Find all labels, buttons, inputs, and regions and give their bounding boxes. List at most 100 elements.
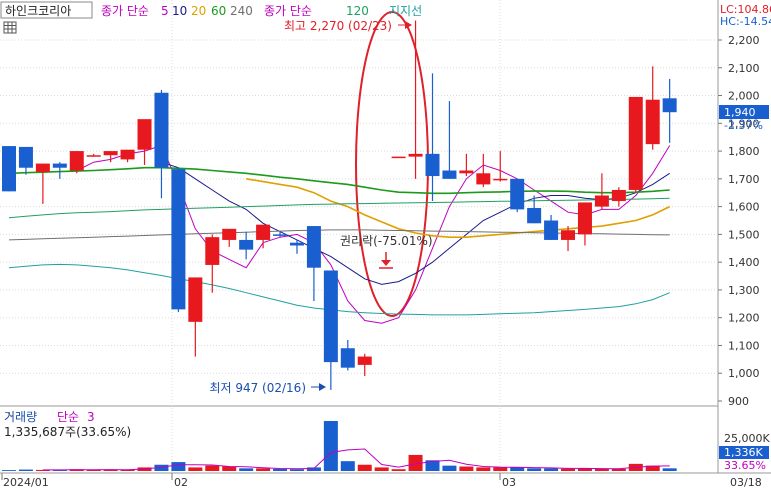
grid-settings-icon[interactable]: [3, 21, 17, 34]
current-price: 1,940: [724, 106, 756, 119]
volume-bar: [171, 462, 186, 471]
price-tick-label: 900: [728, 395, 749, 408]
candle-body: [137, 119, 152, 150]
candle-body: [628, 96, 643, 190]
ma-legend-240: 240: [230, 4, 253, 18]
price-tick-label: 2,100: [728, 62, 760, 75]
candle-body: [256, 224, 271, 240]
candle-body: [171, 169, 186, 310]
ma2-legend-label: 종가 단순: [264, 4, 312, 18]
price-tick-label: 1,400: [728, 256, 760, 269]
volume-bar: [239, 468, 254, 471]
price-tick-label: 1,500: [728, 228, 760, 241]
ma-legend-label: 종가 단순: [101, 4, 149, 18]
candle-body: [662, 98, 677, 113]
candle-body: [120, 149, 135, 160]
price-tick-label: 1,800: [728, 145, 760, 158]
support-legend: 지지선: [389, 4, 422, 18]
date-tick-02: 02: [174, 476, 188, 489]
price-tick-label: 1,000: [728, 367, 760, 380]
price-tick-label: 2,200: [728, 34, 760, 47]
candle-body: [459, 170, 474, 174]
ma-legend-20: 20: [191, 4, 206, 18]
ma-legend-60: 60: [211, 4, 226, 18]
ma2-legend-120: 120: [346, 4, 369, 18]
candle-body: [611, 189, 626, 202]
candle-body: [510, 178, 525, 210]
candle-body: [425, 153, 440, 177]
ma-legend-5: 5: [161, 4, 169, 18]
candle-body: [2, 146, 16, 192]
candle-body: [289, 242, 304, 246]
candle-body: [103, 151, 118, 156]
volume-bar: [222, 466, 237, 471]
candle-body: [239, 239, 254, 250]
date-tick-2024-01: 2024/01: [3, 476, 49, 489]
ma-legend-10: 10: [172, 4, 187, 18]
price-tick-label: 1,600: [728, 201, 760, 214]
candle-body: [476, 173, 491, 185]
candle-body: [52, 163, 67, 168]
candle-body: [188, 277, 203, 322]
candle-body: [577, 202, 592, 235]
candle-body: [273, 234, 288, 236]
candle-body: [35, 163, 50, 172]
candle-body: [323, 270, 338, 363]
candle-body: [645, 99, 660, 145]
candle-body: [154, 92, 169, 168]
candle-body: [205, 237, 220, 265]
volume-bar: [594, 468, 609, 471]
candle-body: [408, 153, 423, 157]
candle-body: [527, 208, 542, 224]
candle-body: [561, 230, 576, 240]
price-tick-label: 1,300: [728, 284, 760, 297]
candle-body: [86, 155, 101, 157]
price-tick-label: 1,100: [728, 339, 760, 352]
volume-bar: [459, 466, 474, 471]
volume-bar: [273, 468, 288, 471]
volume-ma-label: 단순: [57, 410, 79, 424]
candle-body: [222, 228, 237, 240]
volume-bar: [476, 467, 491, 471]
chart-window: 2,200 2,100 2,000 1,900 1,800 1,700 1,600 1,500…: [0, 0, 771, 490]
volume-bar: [256, 468, 271, 471]
volume-bar: [442, 465, 457, 471]
candle-body: [340, 348, 355, 368]
candle-body: [493, 178, 508, 181]
volume-bar: [340, 461, 355, 471]
volume-bar: [357, 464, 372, 471]
volume-bar: [323, 421, 338, 471]
volume-bar: [205, 465, 220, 471]
rights-label: 권리락(-75.01%): [340, 234, 433, 248]
volume-ma-period: 3: [87, 410, 95, 424]
current-change: -2.37%: [724, 119, 763, 132]
volume-value: 1,335,687주(33.65%): [4, 425, 131, 439]
candle-body: [18, 146, 33, 168]
current-volume-pct: 33.65%: [724, 459, 766, 472]
date-tick-03-18: 03/18: [730, 476, 762, 489]
stock-chart[interactable]: 2,2002,1002,0001,9001,8001,7001,6001,500…: [0, 0, 771, 490]
price-tick-label: 1,700: [728, 173, 760, 186]
low-label: 최저 947 (02/16): [209, 381, 306, 395]
candle-body: [69, 151, 84, 171]
volume-bar: [374, 467, 389, 471]
volume-bar: [527, 468, 542, 471]
volume-bar: [188, 467, 203, 471]
volume-bar: [289, 469, 304, 471]
date-tick-03: 03: [502, 476, 516, 489]
current-volume: 1,336K: [724, 446, 763, 459]
candle-body: [442, 170, 457, 179]
stock-name: 하인크코리아: [5, 4, 71, 18]
candle-body: [594, 195, 609, 207]
price-tick-label: 1,200: [728, 312, 760, 325]
volume-title: 거래량: [4, 410, 37, 424]
volume-bar: [493, 467, 508, 471]
candle-body: [544, 220, 559, 240]
candle-body: [306, 226, 321, 268]
high-label: 최고 2,270 (02/23): [284, 19, 392, 33]
volume-bar: [391, 469, 406, 471]
volume-bar: [544, 468, 559, 471]
volume-bar: [18, 469, 33, 471]
candle-body: [391, 156, 406, 159]
volume-bar: [2, 470, 16, 471]
